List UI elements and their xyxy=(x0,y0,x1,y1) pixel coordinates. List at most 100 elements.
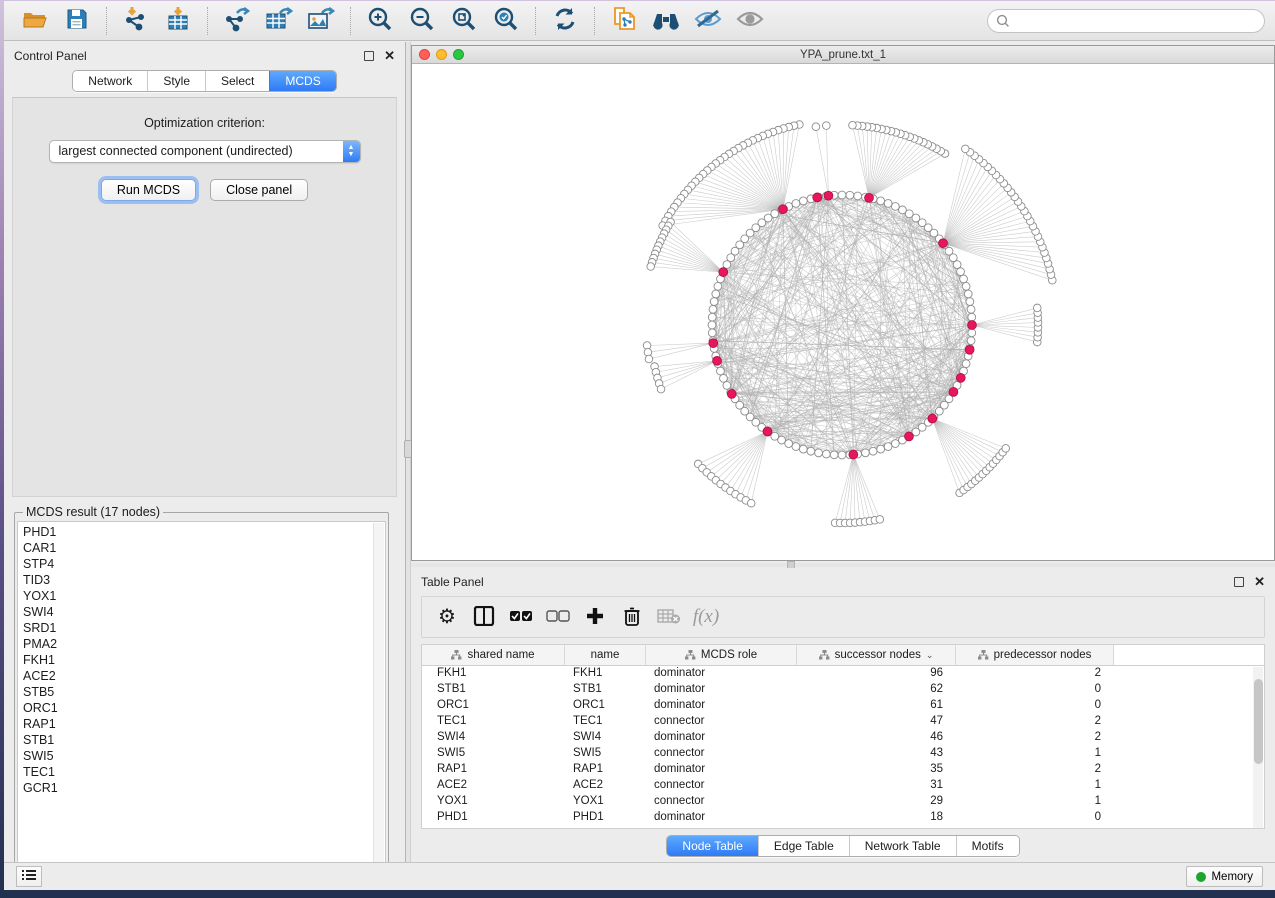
add-column-button[interactable] xyxy=(580,602,610,632)
network-node[interactable] xyxy=(727,389,736,398)
mcds-result-item[interactable]: SRD1 xyxy=(23,620,385,636)
network-node[interactable] xyxy=(710,298,718,306)
network-node[interactable] xyxy=(949,388,958,397)
tab-network-table[interactable]: Network Table xyxy=(849,836,956,856)
tab-motifs[interactable]: Motifs xyxy=(956,836,1019,856)
function-builder-button[interactable]: f(x) xyxy=(691,602,721,632)
network-node[interactable] xyxy=(657,385,665,393)
network-node[interactable] xyxy=(939,239,948,248)
network-node[interactable] xyxy=(877,445,885,453)
network-node[interactable] xyxy=(719,268,728,277)
table-row[interactable]: FKH1FKH1dominator962 xyxy=(422,666,1264,682)
table-scrollbar-thumb[interactable] xyxy=(1254,679,1263,764)
zoom-fit-button[interactable] xyxy=(447,5,481,37)
network-node[interactable] xyxy=(1033,304,1041,312)
mcds-result-item[interactable]: FKH1 xyxy=(23,652,385,668)
table-row[interactable]: SWI4SWI4dominator462 xyxy=(422,730,1264,746)
mcds-result-item[interactable]: RAP1 xyxy=(23,716,385,732)
table-settings-button[interactable]: ⚙ xyxy=(432,602,462,632)
copy-network-button[interactable] xyxy=(607,5,641,37)
network-node[interactable] xyxy=(968,313,976,321)
mcds-result-item[interactable]: STP4 xyxy=(23,556,385,572)
export-table-button[interactable] xyxy=(262,5,296,37)
table-row[interactable]: RAP1RAP1dominator352 xyxy=(422,762,1264,778)
network-node[interactable] xyxy=(720,374,728,382)
tab-style[interactable]: Style xyxy=(147,71,205,91)
network-node[interactable] xyxy=(1002,445,1010,453)
column-header-MCDS-role[interactable]: MCDS role xyxy=(646,645,797,665)
mcds-result-item[interactable]: YOX1 xyxy=(23,588,385,604)
export-image-button[interactable] xyxy=(304,5,338,37)
delete-table-button[interactable] xyxy=(654,602,684,632)
mcds-result-item[interactable]: ACE2 xyxy=(23,668,385,684)
network-node[interactable] xyxy=(822,450,830,458)
save-session-button[interactable] xyxy=(60,5,94,37)
mcds-result-item[interactable]: STB5 xyxy=(23,684,385,700)
network-node[interactable] xyxy=(846,191,854,199)
close-panel-button[interactable]: Close panel xyxy=(210,179,308,201)
tab-node-table[interactable]: Node Table xyxy=(667,836,758,856)
mcds-result-item[interactable]: GCR1 xyxy=(23,780,385,796)
network-node[interactable] xyxy=(723,261,731,269)
network-node[interactable] xyxy=(854,192,862,200)
network-node[interactable] xyxy=(964,290,972,298)
network-node[interactable] xyxy=(960,275,968,283)
network-node[interactable] xyxy=(709,339,718,348)
network-node[interactable] xyxy=(884,200,892,208)
mcds-result-item[interactable]: STB1 xyxy=(23,732,385,748)
network-node[interactable] xyxy=(876,516,884,524)
network-node[interactable] xyxy=(884,443,892,451)
network-node[interactable] xyxy=(792,200,800,208)
criterion-select[interactable]: largest connected component (undirected)… xyxy=(49,140,361,163)
network-node[interactable] xyxy=(967,337,975,345)
network-node[interactable] xyxy=(838,191,846,199)
network-node[interactable] xyxy=(956,373,965,382)
column-header-predecessor-nodes[interactable]: predecessor nodes xyxy=(956,645,1114,665)
network-node[interactable] xyxy=(824,191,833,200)
table-row[interactable]: TEC1TEC1connector472 xyxy=(422,714,1264,730)
mcds-list-scrollbar[interactable] xyxy=(373,523,384,873)
tab-edge-table[interactable]: Edge Table xyxy=(758,836,849,856)
network-node[interactable] xyxy=(712,290,720,298)
mcds-result-item[interactable]: TID3 xyxy=(23,572,385,588)
network-node[interactable] xyxy=(807,447,815,455)
network-node[interactable] xyxy=(830,451,838,459)
table-row[interactable]: PHD1PHD1dominator180 xyxy=(422,810,1264,826)
table-row[interactable]: SWI5SWI5connector431 xyxy=(422,746,1264,762)
network-node[interactable] xyxy=(899,206,907,214)
first-neighbors-button[interactable] xyxy=(649,5,683,37)
network-node[interactable] xyxy=(905,432,914,441)
table-row[interactable]: ORC1ORC1dominator610 xyxy=(422,698,1264,714)
network-node[interactable] xyxy=(968,321,977,330)
hide-selected-button[interactable] xyxy=(691,5,725,37)
horizontal-splitter[interactable] xyxy=(411,563,1275,567)
network-node[interactable] xyxy=(957,268,965,276)
network-node[interactable] xyxy=(779,205,788,214)
network-node[interactable] xyxy=(965,345,974,354)
network-node[interactable] xyxy=(717,367,725,375)
network-window-titlebar[interactable]: YPA_prune.txt_1 xyxy=(412,46,1274,64)
zoom-in-button[interactable] xyxy=(363,5,397,37)
search-input[interactable] xyxy=(1015,14,1256,28)
tab-select[interactable]: Select xyxy=(205,71,269,91)
table-row[interactable]: STB1STB1dominator620 xyxy=(422,682,1264,698)
task-history-button[interactable] xyxy=(16,866,42,887)
float-panel-icon[interactable] xyxy=(1234,577,1244,587)
open-file-button[interactable] xyxy=(18,5,52,37)
network-node[interactable] xyxy=(962,360,970,368)
mcds-result-list[interactable]: PHD1CAR1STP4TID3YOX1SWI4SRD1PMA2FKH1ACE2… xyxy=(17,521,386,873)
tab-mcds[interactable]: MCDS xyxy=(269,71,335,91)
column-header-shared-name[interactable]: shared name xyxy=(422,645,565,665)
run-mcds-button[interactable]: Run MCDS xyxy=(101,179,196,201)
float-panel-icon[interactable] xyxy=(364,51,374,61)
network-node[interactable] xyxy=(778,436,786,444)
close-panel-icon[interactable]: ✕ xyxy=(1254,577,1265,587)
zoom-out-button[interactable] xyxy=(405,5,439,37)
network-node[interactable] xyxy=(747,499,755,507)
close-panel-icon[interactable]: ✕ xyxy=(384,51,395,61)
memory-button[interactable]: Memory xyxy=(1186,866,1263,887)
network-node[interactable] xyxy=(967,305,975,313)
mcds-result-item[interactable]: PHD1 xyxy=(23,524,385,540)
delete-column-button[interactable] xyxy=(617,602,647,632)
import-network-button[interactable] xyxy=(119,5,153,37)
